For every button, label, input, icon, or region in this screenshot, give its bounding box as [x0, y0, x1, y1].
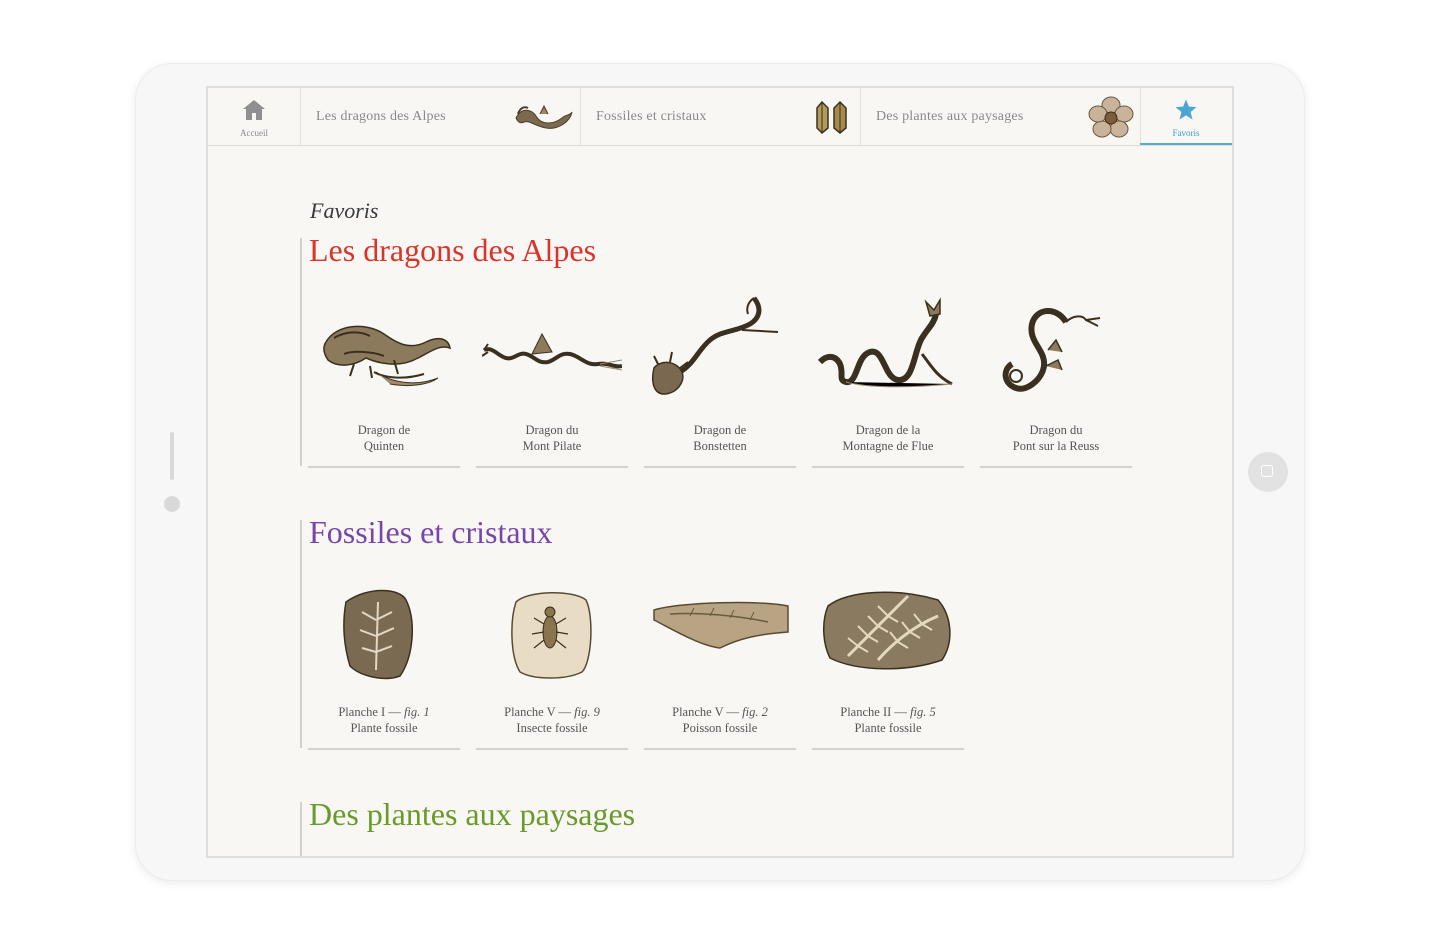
section-title-fossils: Fossiles et cristaux: [309, 514, 553, 550]
card-caption-line2: Quinten: [363, 439, 405, 453]
card-caption: Dragon du Pont sur la Reuss: [980, 422, 1132, 454]
card-caption-line1: Planche V — fig. 2: [644, 704, 796, 720]
plate-label: Planche II —: [840, 705, 911, 719]
card-caption: Planche II — fig. 5 Plante fossile: [812, 704, 964, 736]
volume-slider: [170, 432, 174, 480]
app-screen: Accueil Les dragons des Alpes Fossiles e…: [206, 86, 1234, 858]
card-dragon-reuss[interactable]: Dragon du Pont sur la Reuss: [980, 294, 1132, 468]
nav-tab-plants[interactable]: Des plantes aux paysages: [860, 88, 1141, 145]
section-dragons: Les dragons des Alpes Dragon de Quinten: [300, 232, 1200, 468]
plate-label: Planche V —: [672, 705, 743, 719]
card-caption-line2: Bonstetten: [693, 439, 747, 453]
home-button-icon: [1261, 465, 1273, 477]
card-caption-line2: Plante fossile: [350, 721, 418, 735]
flower-thumb-icon: [1088, 96, 1134, 138]
card-dragon-flue[interactable]: Dragon de la Montagne de Flue: [812, 294, 964, 468]
card-caption: Dragon de la Montagne de Flue: [812, 422, 964, 454]
dragon-thumb-icon: [515, 104, 573, 129]
dragon-pilate-illustration: [482, 332, 622, 371]
card-caption-line1: Dragon de: [357, 423, 411, 437]
card-caption-line2: Poisson fossile: [682, 721, 758, 735]
card-caption-line1: Dragon de la: [855, 423, 921, 437]
section-title-plants: Des plantes aux paysages: [309, 796, 636, 832]
nav-tab-fossils[interactable]: Fossiles et cristaux: [580, 88, 861, 145]
card-caption: Planche V — fig. 2 Poisson fossile: [644, 704, 796, 736]
card-caption-line1: Planche II — fig. 5: [812, 704, 964, 720]
section-fossils: Fossiles et cristaux Planche I — fig. 1 …: [300, 514, 1200, 750]
device-home-button[interactable]: [1248, 452, 1288, 492]
card-caption-line2: Plante fossile: [854, 721, 922, 735]
card-caption-line1: Planche V — fig. 9: [476, 704, 628, 720]
card-fossil-fern[interactable]: Planche II — fig. 5 Plante fossile: [812, 576, 964, 750]
card-fossil-plant[interactable]: Planche I — fig. 1 Plante fossile: [308, 576, 460, 750]
fig-label: fig. 2: [742, 705, 768, 719]
plate-label: Planche V —: [504, 705, 575, 719]
card-caption-line2: Mont Pilate: [522, 439, 582, 453]
crystal-thumb-icon: [816, 100, 847, 134]
top-nav: Accueil Les dragons des Alpes Fossiles e…: [208, 88, 1232, 146]
nav-tab-dragons-label: Les dragons des Alpes: [316, 109, 446, 124]
card-caption-line2: Pont sur la Reuss: [1012, 439, 1100, 453]
card-dragon-quinten[interactable]: Dragon de Quinten: [308, 294, 460, 468]
card-caption-line1: Planche I — fig. 1: [308, 704, 460, 720]
plate-label: Planche I —: [338, 705, 404, 719]
house-icon: [243, 100, 265, 120]
dragon-flue-illustration: [818, 297, 953, 388]
page-title: Favoris: [310, 198, 379, 223]
card-caption: Dragon du Mont Pilate: [476, 422, 628, 454]
fig-label: fig. 5: [910, 705, 936, 719]
star-icon: [1175, 99, 1197, 120]
section-divider-bar: [300, 238, 302, 466]
card-caption: Dragon de Quinten: [308, 422, 460, 454]
nav-favorites-label: Favoris: [1172, 128, 1200, 138]
fig-label: fig. 1: [403, 705, 430, 719]
card-caption: Planche V — fig. 9 Insecte fossile: [476, 704, 628, 736]
fossil-fern-illustration: [823, 591, 951, 670]
dragon-bonstetten-illustration: [652, 296, 779, 395]
card-fossil-fish[interactable]: Planche V — fig. 2 Poisson fossile: [644, 576, 796, 750]
section-divider-bar: [300, 520, 302, 748]
dragon-quinten-illustration: [323, 325, 452, 387]
card-caption-line1: Dragon de: [693, 423, 747, 437]
fossil-fish-illustration: [653, 601, 789, 649]
fig-label: fig. 9: [574, 705, 600, 719]
section-divider-bar: [300, 802, 302, 856]
section-title-dragons: Les dragons des Alpes: [309, 232, 597, 268]
fossil-insect-illustration: [511, 592, 592, 679]
section-plants: Des plantes aux paysages: [300, 796, 1200, 856]
nav-tab-fossils-label: Fossiles et cristaux: [596, 109, 707, 124]
card-dragon-bonstetten[interactable]: Dragon de Bonstetten: [644, 294, 796, 468]
card-caption: Dragon de Bonstetten: [644, 422, 796, 454]
card-caption-line2: Montagne de Flue: [842, 439, 934, 453]
nav-tab-plants-label: Des plantes aux paysages: [876, 109, 1024, 124]
card-dragon-pilate[interactable]: Dragon du Mont Pilate: [476, 294, 628, 468]
nav-home-tab[interactable]: Accueil: [208, 88, 301, 145]
card-fossil-insect[interactable]: Planche V — fig. 9 Insecte fossile: [476, 576, 628, 750]
nav-home-label: Accueil: [240, 128, 268, 138]
dragon-reuss-illustration: [1002, 308, 1101, 392]
card-caption-line1: Dragon du: [525, 423, 579, 437]
card-caption: Planche I — fig. 1 Plante fossile: [308, 704, 460, 736]
card-caption-line2: Insecte fossile: [516, 721, 588, 735]
fossil-plant-illustration: [343, 589, 413, 680]
side-button: [164, 496, 180, 512]
card-caption-line1: Dragon du: [1029, 423, 1083, 437]
nav-favorites-tab[interactable]: Favoris: [1140, 88, 1232, 145]
nav-tab-dragons[interactable]: Les dragons des Alpes: [300, 88, 581, 145]
